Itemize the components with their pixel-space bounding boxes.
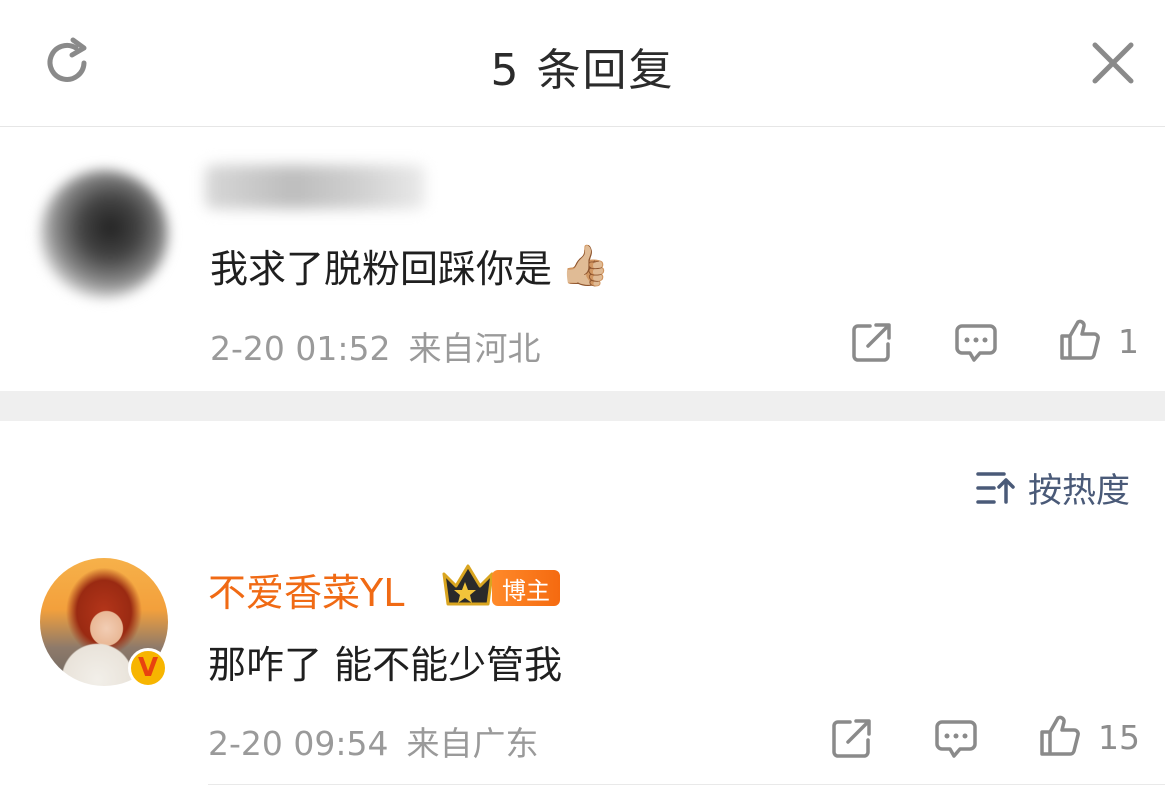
row-divider [208, 784, 1165, 785]
like-icon[interactable] [1038, 714, 1082, 758]
verified-icon: V [128, 648, 168, 688]
thumbs-up-emoji: 👍🏼 [560, 243, 610, 289]
like-count: 1 [1118, 322, 1139, 361]
section-divider [0, 391, 1165, 421]
avatar[interactable] [40, 170, 168, 298]
header: 5 条回复 [0, 0, 1165, 127]
comment-icon[interactable] [934, 716, 978, 760]
close-icon[interactable] [1090, 40, 1136, 86]
username-redacted [205, 165, 425, 209]
comment-meta: 2-20 01:52 来自河北 [210, 322, 541, 370]
share-icon[interactable] [830, 716, 874, 760]
sort-icon [976, 471, 1015, 504]
reply-username[interactable]: 不爱香菜YL [208, 562, 404, 617]
comment-icon[interactable] [954, 320, 998, 364]
reply-location: 来自广东 [406, 724, 539, 763]
comment-location: 来自河北 [408, 329, 541, 368]
like-icon[interactable] [1058, 318, 1102, 362]
comment-date: 2-20 01:52 [210, 329, 391, 368]
page-title: 5 条回复 [490, 45, 675, 96]
crown-icon [442, 564, 494, 606]
sort-label: 按热度 [1028, 471, 1130, 511]
sort-toggle[interactable]: 按热度 [976, 463, 1130, 512]
reply-text: 那咋了 能不能少管我 [208, 643, 563, 687]
blogger-badge: 博主 [492, 570, 560, 606]
reply-meta: 2-20 09:54 来自广东 [208, 717, 539, 765]
share-icon[interactable] [850, 320, 894, 364]
like-count: 15 [1098, 718, 1140, 757]
reply-date: 2-20 09:54 [208, 724, 389, 763]
comment-text: 我求了脱粉回踩你是 👍🏼 [210, 238, 610, 293]
comment-text-content: 我求了脱粉回踩你是 [210, 247, 553, 291]
